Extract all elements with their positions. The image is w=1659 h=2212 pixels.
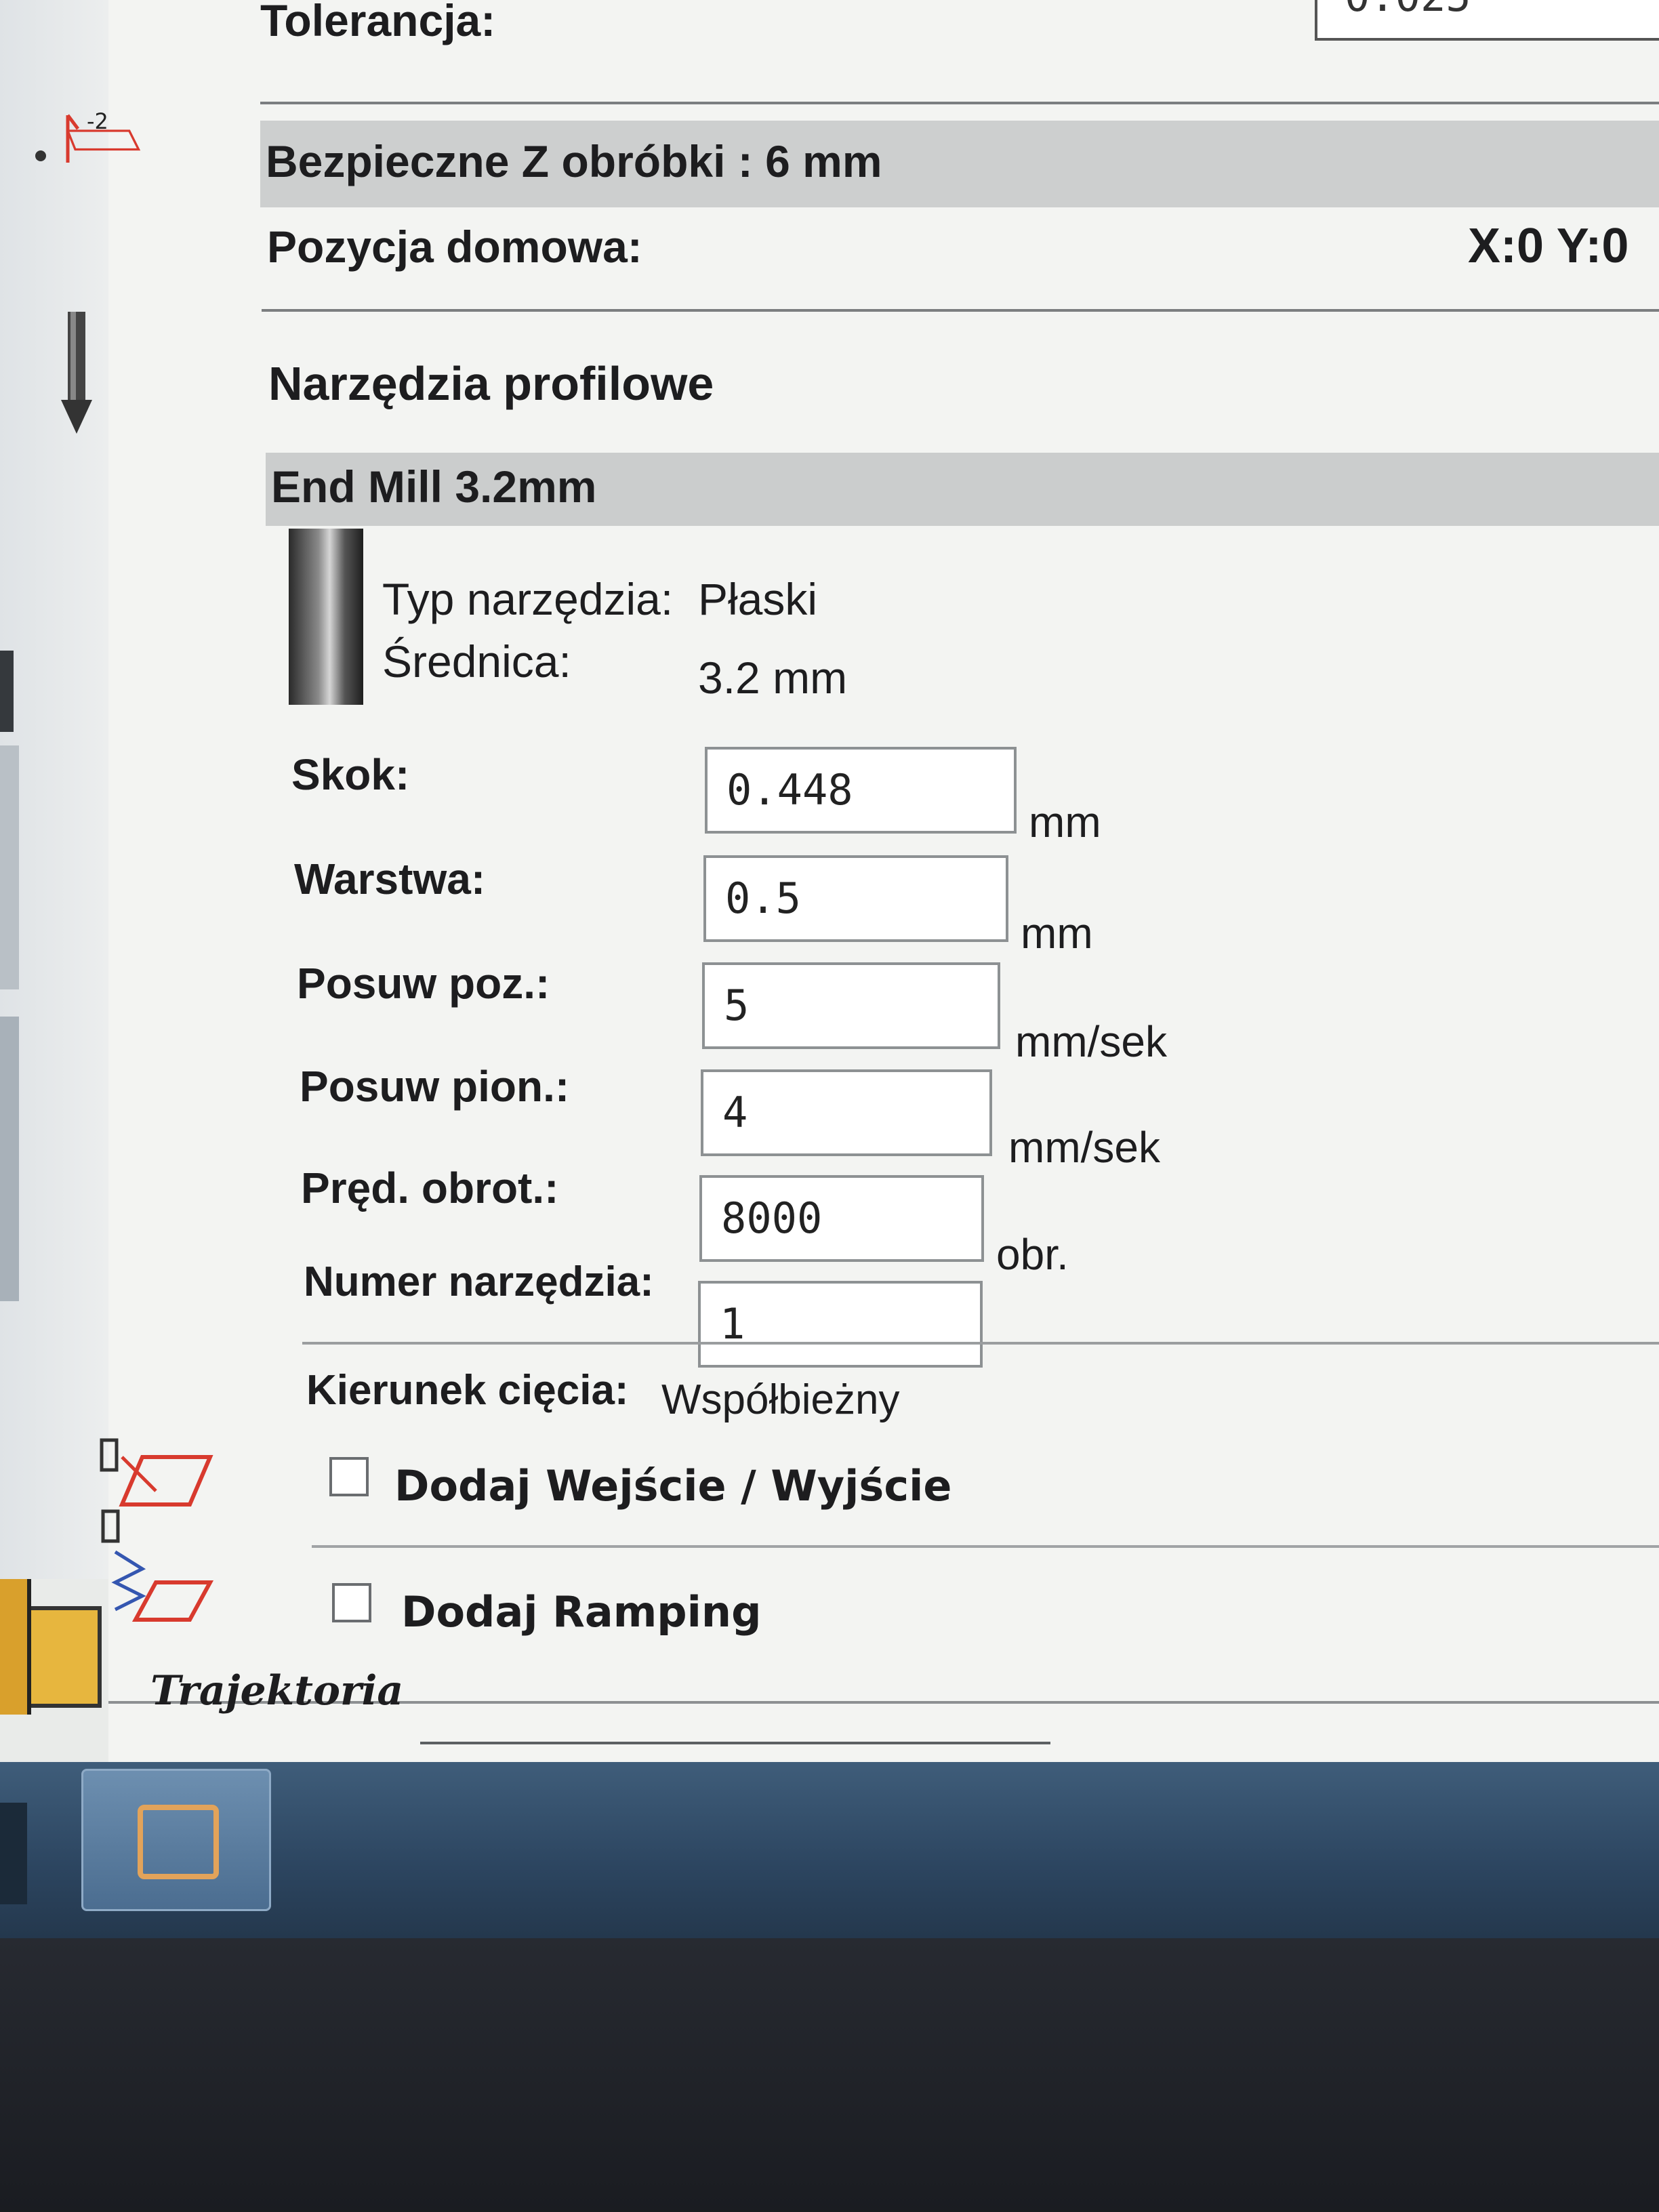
left-strip-dark-bar xyxy=(0,651,14,732)
end-mill-arrow-icon xyxy=(61,312,92,434)
folder-tab-edge xyxy=(0,1579,31,1715)
param-label: Posuw poz.: xyxy=(297,959,550,1008)
tool-type-label: Typ narzędzia: xyxy=(382,574,674,624)
param-unit: mm xyxy=(1029,798,1101,846)
ramping-zigzag-icon[interactable] xyxy=(95,1504,217,1626)
param-label: Pręd. obrot.: xyxy=(301,1164,559,1212)
tools-section-title: Narzędzia profilowe xyxy=(268,357,714,410)
left-strip-bar xyxy=(0,745,19,989)
tool-type-value: Płaski xyxy=(698,574,818,624)
left-toolbar-strip xyxy=(0,0,108,1579)
param-unit: mm/sek xyxy=(1008,1123,1160,1172)
home-position-value: X:0 Y:0 xyxy=(1468,219,1629,273)
tool-number-input[interactable]: 1 xyxy=(698,1281,983,1368)
feed-xy-input[interactable]: 5 xyxy=(702,962,1000,1049)
param-label: Posuw pion.: xyxy=(300,1062,570,1111)
svg-text:-2: -2 xyxy=(87,108,108,134)
divider xyxy=(312,1545,1659,1548)
diameter-label: Średnica: xyxy=(382,636,571,687)
safe-z-plane-icon[interactable]: -2 xyxy=(14,102,149,190)
taskbar-app-button[interactable] xyxy=(81,1769,271,1911)
screen: Tolerancja: 0.025 Bezpieczne Z obróbki :… xyxy=(0,0,1659,1938)
param-label: Numer narzędzia: xyxy=(304,1258,654,1305)
feed-z-input[interactable]: 4 xyxy=(701,1069,992,1156)
tool-name[interactable]: End Mill 3.2mm xyxy=(271,461,596,512)
end-mill-image xyxy=(289,529,363,705)
param-unit: obr. xyxy=(996,1230,1069,1279)
safe-z-label[interactable]: Bezpieczne Z obróbki : 6 mm xyxy=(266,136,882,187)
app-taskbar-icon xyxy=(138,1805,219,1879)
left-strip-bar xyxy=(0,1017,19,1301)
monitor-bezel xyxy=(0,1938,1659,2212)
toolpath-settings-panel: Tolerancja: 0.025 Bezpieczne Z obróbki :… xyxy=(108,0,1659,1762)
tab-underline xyxy=(420,1742,1050,1744)
stepover-input[interactable]: 0.448 xyxy=(705,747,1017,834)
tolerance-input[interactable]: 0.025 xyxy=(1315,0,1659,41)
divider xyxy=(302,1342,1659,1345)
trajectory-tab-label[interactable]: Trajektoria xyxy=(150,1667,403,1715)
cut-direction-value[interactable]: Współbieżny xyxy=(661,1376,899,1424)
layer-depth-input[interactable]: 0.5 xyxy=(703,855,1008,942)
param-unit: mm/sek xyxy=(1015,1017,1167,1066)
param-label: Warstwa: xyxy=(294,855,486,903)
diameter-value: 3.2 mm xyxy=(698,653,848,703)
ramping-checkbox[interactable] xyxy=(332,1583,371,1622)
cut-direction-label: Kierunek cięcia: xyxy=(306,1367,629,1414)
spindle-speed-input[interactable]: 8000 xyxy=(699,1175,984,1262)
divider xyxy=(262,309,1659,312)
param-label: Skok: xyxy=(291,750,410,799)
tolerance-value: 0.025 xyxy=(1345,0,1471,21)
divider xyxy=(260,102,1659,104)
home-position-label[interactable]: Pozycja domowa: xyxy=(267,221,642,272)
param-unit: mm xyxy=(1021,909,1093,958)
ramping-label[interactable]: Dodaj Ramping xyxy=(401,1587,761,1637)
tolerance-label: Tolerancja: xyxy=(260,0,496,45)
lead-in-out-checkbox[interactable] xyxy=(329,1457,369,1496)
taskbar-edge xyxy=(0,1803,27,1904)
lead-in-out-label[interactable]: Dodaj Wejście / Wyjście xyxy=(394,1461,951,1511)
